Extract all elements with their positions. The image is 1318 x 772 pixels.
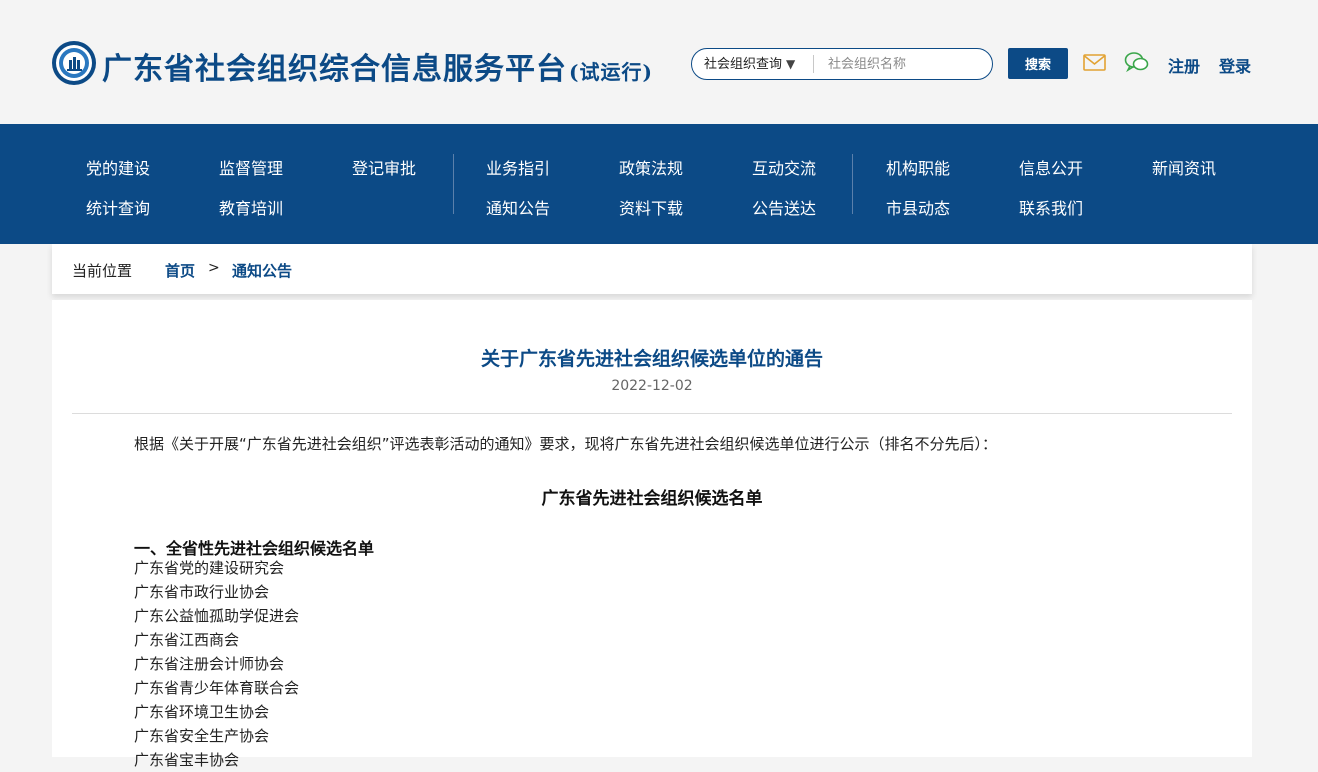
nav-item-supervision[interactable]: 监督管理 (219, 155, 283, 179)
main-nav: 党的建设 监督管理 登记审批 业务指引 政策法规 互动交流 机构职能 信息公开 … (0, 124, 1318, 244)
wechat-icon[interactable] (1124, 51, 1149, 73)
search-box: 社会组织查询 ▼ (691, 48, 998, 80)
search-input[interactable] (818, 52, 998, 76)
nav-item-business-guide[interactable]: 业务指引 (486, 155, 550, 179)
nav-item-statistics[interactable]: 统计查询 (86, 195, 150, 219)
nav-item-interaction[interactable]: 互动交流 (752, 155, 816, 179)
site-title-suffix: (试运行) (569, 60, 653, 84)
search-divider (813, 55, 814, 73)
nav-item-training[interactable]: 教育培训 (219, 195, 283, 219)
site-logo-icon[interactable] (51, 40, 97, 86)
list-item: 广东省注册会计师协会 (134, 655, 285, 673)
site-title[interactable]: 广东省社会组织综合信息服务平台 (试运行) (102, 44, 653, 88)
list-item: 广东省党的建设研究会 (134, 559, 285, 577)
nav-item-registration[interactable]: 登记审批 (352, 155, 416, 179)
list-item: 广东省宝丰协会 (134, 751, 240, 769)
list-item: 广东省市政行业协会 (134, 583, 270, 601)
list-item: 广东公益恤孤助学促进会 (134, 607, 300, 625)
breadcrumb-current-link[interactable]: 通知公告 (232, 260, 292, 281)
article-intro: 根据《关于开展“广东省先进社会组织”评选表彰活动的通知》要求，现将广东省先进社会… (134, 435, 998, 453)
site-title-main: 广东省社会组织综合信息服务平台 (102, 52, 567, 87)
dropdown-triangle-icon: ▼ (786, 57, 796, 71)
org-list: 广东省党的建设研究会 广东省市政行业协会 广东公益恤孤助学促进会 广东省江西商会… (134, 556, 299, 772)
search-type-select[interactable]: 社会组织查询 ▼ (704, 49, 795, 79)
nav-item-local-news[interactable]: 市县动态 (886, 195, 950, 219)
breadcrumb: 当前位置 首页 > 通知公告 (52, 244, 1252, 294)
article-date: 2022-12-02 (611, 378, 693, 394)
nav-separator (852, 154, 853, 214)
breadcrumb-home-link[interactable]: 首页 (165, 260, 195, 281)
mail-icon[interactable] (1083, 54, 1106, 71)
login-link[interactable]: 登录 (1219, 53, 1251, 77)
nav-item-downloads[interactable]: 资料下载 (619, 195, 683, 219)
nav-separator (453, 154, 454, 214)
nav-item-info-disclosure[interactable]: 信息公开 (1019, 155, 1083, 179)
nav-item-notices[interactable]: 通知公告 (486, 195, 550, 219)
search-type-label: 社会组织查询 (704, 57, 783, 72)
list-item: 广东省安全生产协会 (134, 727, 270, 745)
register-link[interactable]: 注册 (1168, 53, 1200, 77)
breadcrumb-separator: > (208, 260, 220, 276)
list-item: 广东省青少年体育联合会 (134, 679, 300, 697)
list-item: 广东省江西商会 (134, 631, 240, 649)
breadcrumb-label: 当前位置 (72, 262, 133, 280)
site-header: 广东省社会组织综合信息服务平台(试运行) 社会组织查询▼ 搜索 注册 登录 (0, 0, 1318, 124)
candidate-list-title: 广东省先进社会组织候选名单 (541, 489, 763, 509)
nav-item-institution[interactable]: 机构职能 (886, 155, 950, 179)
nav-item-party-building[interactable]: 党的建设 (86, 155, 150, 179)
list-item: 广东省环境卫生协会 (134, 703, 270, 721)
nav-item-contact[interactable]: 联系我们 (1019, 195, 1083, 219)
nav-item-announcement-delivery[interactable]: 公告送达 (752, 195, 816, 219)
nav-item-policies[interactable]: 政策法规 (619, 155, 683, 179)
nav-item-news[interactable]: 新闻资讯 (1152, 155, 1216, 179)
search-button[interactable]: 搜索 (1008, 48, 1068, 79)
article-container: 关于广东省先进社会组织候选单位的通告 2022-12-02 根据《关于开展“广东… (52, 300, 1252, 769)
article-divider (72, 413, 1232, 414)
article-title: 关于广东省先进社会组织候选单位的通告 (480, 348, 823, 370)
